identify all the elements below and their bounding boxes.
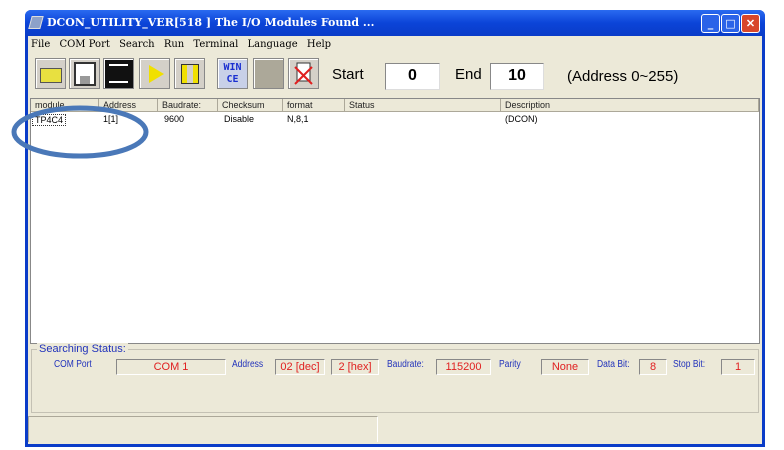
annotation-ellipse (11, 105, 149, 159)
